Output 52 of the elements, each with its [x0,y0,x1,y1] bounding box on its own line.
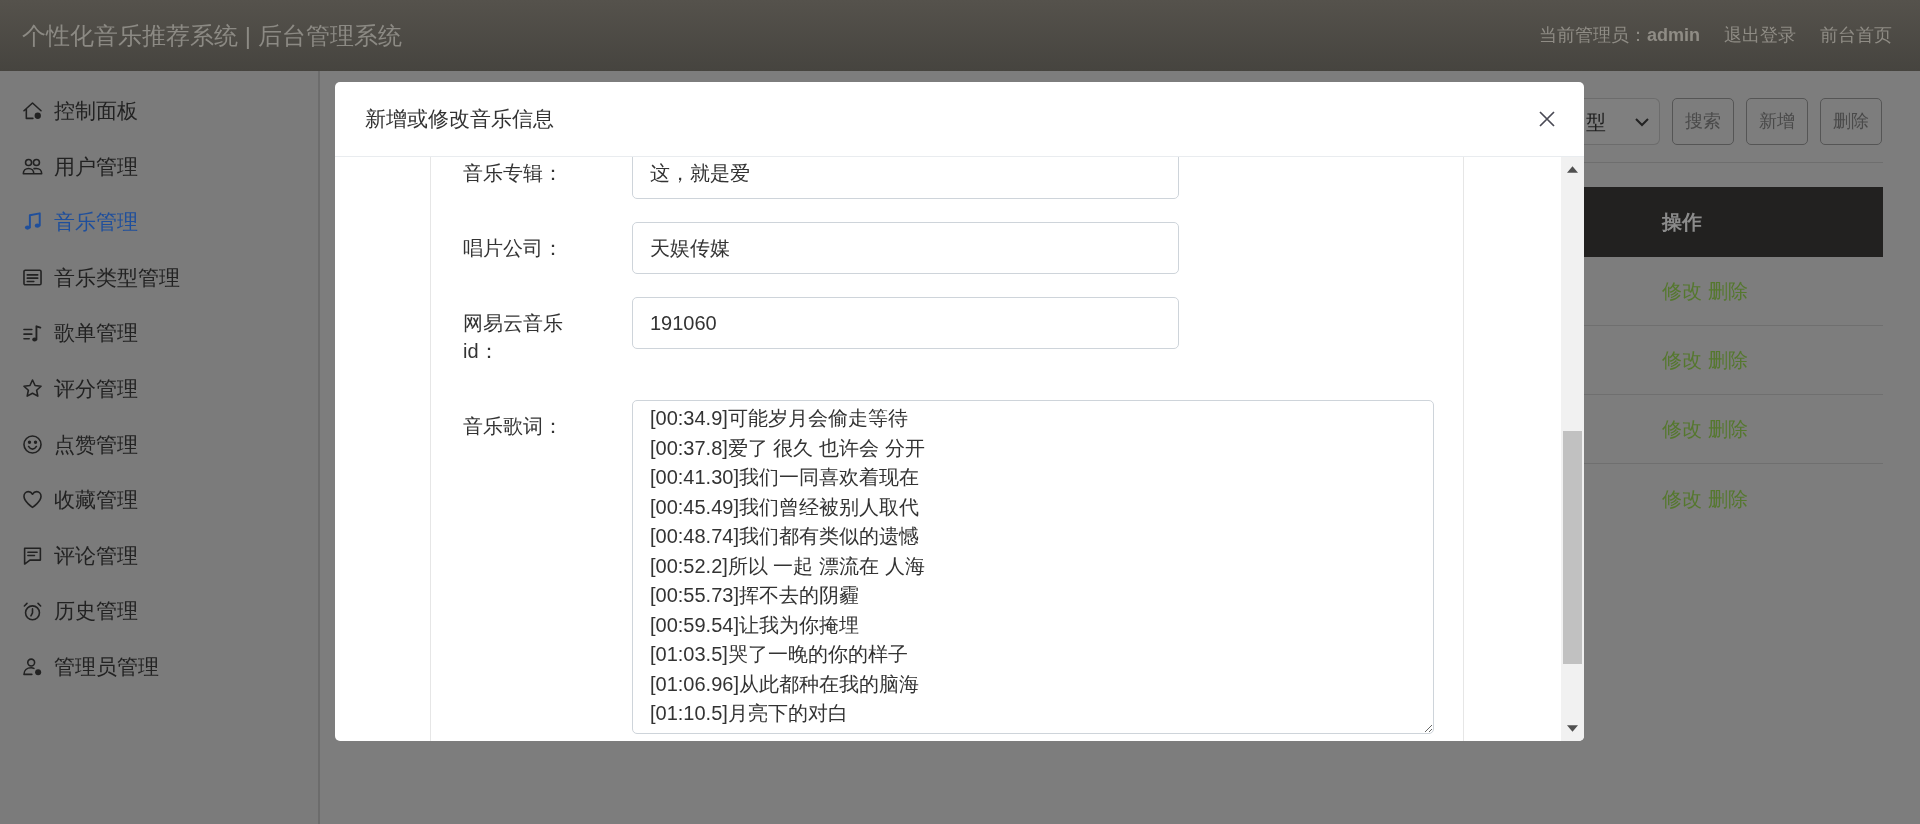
smiley-icon [22,433,43,455]
sidebar-label: 历史管理 [54,598,138,625]
sidebar-item[interactable]: 评论管理 [0,527,318,584]
sidebar-label: 控制面板 [54,98,138,125]
music-note-icon [22,211,43,233]
input-field[interactable]: 天娱传媒 [632,222,1179,274]
modal-scrollbar[interactable] [1561,157,1584,741]
sidebar-label: 管理员管理 [54,654,159,680]
nav-link[interactable]: 前台首页 [1820,22,1892,49]
select-value: 型 [1586,109,1606,135]
field-label: 音乐专辑： [463,161,564,186]
scroll-up-icon[interactable] [1567,166,1578,173]
sidebar-item[interactable]: 历史管理 [0,583,318,639]
sidebar-label: 点赞管理 [54,431,138,458]
star-icon [22,378,43,400]
column-header: 操作 [1662,210,1702,235]
sidebar-label: 收藏管理 [54,487,138,514]
sidebar-item[interactable]: 收藏管理 [0,472,318,528]
sidebar-label: 音乐管理 [54,209,138,236]
sidebar-label: 音乐类型管理 [54,264,180,291]
type-select[interactable]: 型 [1584,98,1660,145]
heart-icon [22,489,43,511]
field-label: 网易云音乐id： [463,311,564,364]
app-title: 个性化音乐推荐系统 | 后台管理系统 [22,20,402,51]
playlist-icon [22,322,43,344]
sidebar-item[interactable]: 用户管理 [0,138,318,195]
nav-link[interactable]: 退出登录 [1724,22,1796,49]
close-icon [1539,111,1555,127]
sidebar-label: 用户管理 [54,153,138,180]
field-label: 音乐歌词： [463,414,564,439]
input-field[interactable]: 这，就是爱 [632,157,1179,199]
field-label: 唱片公司： [463,236,564,261]
sidebar-label: 歌单管理 [54,320,138,347]
chat-icon [22,545,43,567]
sidebar-item[interactable]: 控制面板 [0,83,318,139]
input-field[interactable]: 191060 [632,297,1179,349]
sidebar-item[interactable]: 评分管理 [0,360,318,417]
scrollbar-thumb[interactable] [1563,431,1582,664]
sidebar-item[interactable]: 歌单管理 [0,305,318,361]
sidebar-label: 评分管理 [54,376,138,402]
sidebar-item[interactable]: 管理员管理 [0,638,318,695]
list-icon [22,267,43,289]
current-admin-text: 当前管理员：admin [1539,24,1700,47]
person-gear-icon [22,656,43,678]
scroll-down-icon[interactable] [1567,725,1578,732]
alarm-clock-icon [22,600,43,622]
modal-title: 新增或修改音乐信息 [365,106,554,132]
sidebar-item[interactable]: 音乐类型管理 [0,249,318,306]
house-gear-icon [22,100,43,122]
sidebar-item[interactable]: 点赞管理 [0,416,318,473]
sidebar-label: 评论管理 [54,542,138,569]
lyrics-textarea[interactable]: [00:34.9]可能岁月会偷走等待 [00:37.8]爱了 很久 也许会 分开 [00:41.30]我们一同喜欢着现在 [00:45.49]我们曾经被别人取代 [00:48.74]我们都有类似的遗憾 [00:52.2]所以 一起 漂流在 人海 [00:55.73]挥不去的阴霾 [00:59.54]让我为你掩埋 [01:03.5]哭了一晚的你的样子 [01:06.96]从此都种在我的脑海 [01:10.5]月亮下的对白 [632,400,1434,734]
